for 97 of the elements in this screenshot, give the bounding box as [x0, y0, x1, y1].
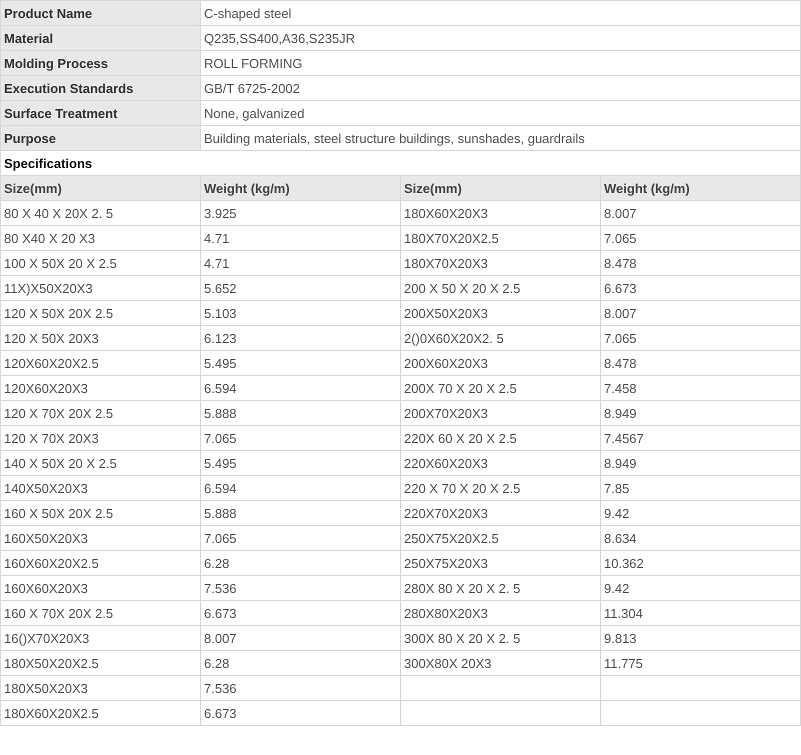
table-cell: 10.362 [600, 550, 800, 576]
table-cell: 8.949 [600, 400, 800, 426]
table-cell: 200X 70 X 20 X 2.5 [400, 376, 600, 400]
table-cell: 120 X 50X 20X 2.5 [0, 300, 200, 326]
table-cell: 160X60X20X3 [0, 576, 200, 600]
table-cell: 280X 80 X 20 X 2. 5 [400, 576, 600, 600]
table-cell: 11X)X50X20X3 [0, 276, 200, 300]
table-cell: 5.888 [200, 500, 400, 526]
column-header: Weight (kg/m) [600, 176, 800, 200]
table-cell: 180X70X20X2.5 [400, 226, 600, 250]
property-value: Building materials, steel structure buildings, sunshades, guardrails [200, 126, 800, 150]
table-cell: 7.065 [600, 326, 800, 350]
table-cell: 5.652 [200, 276, 400, 300]
property-value: C-shaped steel [200, 0, 800, 26]
table-cell: 8.634 [600, 526, 800, 550]
table-cell: 16()X70X20X3 [0, 626, 200, 650]
property-value: GB/T 6725-2002 [200, 76, 800, 100]
table-cell: 140 X 50X 20 X 2.5 [0, 450, 200, 476]
table-cell: 2()0X60X20X2. 5 [400, 326, 600, 350]
table-cell: 7.4567 [600, 426, 800, 450]
property-value: ROLL FORMING [200, 50, 800, 76]
table-cell: 120X60X20X2.5 [0, 350, 200, 376]
table-cell: 120X60X20X3 [0, 376, 200, 400]
property-label: Execution Standards [0, 76, 200, 100]
table-cell: 6.594 [200, 476, 400, 500]
table-cell: 120 X 70X 20X3 [0, 426, 200, 450]
table-cell: 7.065 [200, 426, 400, 450]
table-cell: 9.42 [600, 576, 800, 600]
table-cell: 300X 80 X 20 X 2. 5 [400, 626, 600, 650]
table-cell: 160X60X20X2.5 [0, 550, 200, 576]
table-cell: 8.949 [600, 450, 800, 476]
table-cell: 8.007 [200, 626, 400, 650]
column-header: Weight (kg/m) [200, 176, 400, 200]
table-cell: 140X50X20X3 [0, 476, 200, 500]
table-cell: 6.673 [200, 600, 400, 626]
table-cell: 5.103 [200, 300, 400, 326]
table-cell: 9.42 [600, 500, 800, 526]
table-cell: 5.495 [200, 350, 400, 376]
table-cell: 220X 60 X 20 X 2.5 [400, 426, 600, 450]
table-cell: 4.71 [200, 250, 400, 276]
table-cell: 9.813 [600, 626, 800, 650]
table-cell: 180X60X20X3 [400, 200, 600, 226]
table-cell: 6.673 [200, 700, 400, 726]
property-label: Molding Process [0, 50, 200, 76]
table-cell: 11.775 [600, 650, 800, 676]
table-cell: 7.458 [600, 376, 800, 400]
property-label: Surface Treatment [0, 100, 200, 126]
table-cell: 180X60X20X2.5 [0, 700, 200, 726]
table-cell: 7.065 [600, 226, 800, 250]
table-cell: 6.28 [200, 550, 400, 576]
property-value: Q235,SS400,A36,S235JR [200, 26, 800, 50]
column-header: Size(mm) [400, 176, 600, 200]
table-cell: 180X70X20X3 [400, 250, 600, 276]
table-cell: 160X50X20X3 [0, 526, 200, 550]
table-cell: 220X60X20X3 [400, 450, 600, 476]
table-cell: 6.123 [200, 326, 400, 350]
property-label: Product Name [0, 0, 200, 26]
table-cell: 160 X 50X 20X 2.5 [0, 500, 200, 526]
table-cell: 80 X40 X 20 X3 [0, 226, 200, 250]
table-cell: 8.478 [600, 250, 800, 276]
table-cell: 250X75X20X3 [400, 550, 600, 576]
table-cell: 80 X 40 X 20X 2. 5 [0, 200, 200, 226]
table-cell: 250X75X20X2.5 [400, 526, 600, 550]
table-cell: 200 X 50 X 20 X 2.5 [400, 276, 600, 300]
table-cell: 7.85 [600, 476, 800, 500]
table-cell: 8.007 [600, 300, 800, 326]
table-cell: 100 X 50X 20 X 2.5 [0, 250, 200, 276]
property-label: Material [0, 26, 200, 50]
table-cell: 5.888 [200, 400, 400, 426]
table-cell: 220 X 70 X 20 X 2.5 [400, 476, 600, 500]
table-cell: 8.478 [600, 350, 800, 376]
table-cell: 220X70X20X3 [400, 500, 600, 526]
table-cell: 6.673 [600, 276, 800, 300]
table-cell: 280X80X20X3 [400, 600, 600, 626]
table-cell: 3.925 [200, 200, 400, 226]
table-cell: 200X70X20X3 [400, 400, 600, 426]
table-cell: 7.536 [200, 576, 400, 600]
table-cell: 6.594 [200, 376, 400, 400]
table-cell: 120 X 50X 20X3 [0, 326, 200, 350]
property-label: Purpose [0, 126, 200, 150]
table-cell: 7.536 [200, 676, 400, 700]
section-title: Specifications [0, 150, 800, 176]
table-cell: 160 X 70X 20X 2.5 [0, 600, 200, 626]
table-cell: 200X50X20X3 [400, 300, 600, 326]
table-cell: 8.007 [600, 200, 800, 226]
table-cell: 7.065 [200, 526, 400, 550]
table-cell: 5.495 [200, 450, 400, 476]
table-cell: 6.28 [200, 650, 400, 676]
table-cell: 300X80X 20X3 [400, 650, 600, 676]
table-cell: 180X50X20X3 [0, 676, 200, 700]
table-cell: 120 X 70X 20X 2.5 [0, 400, 200, 426]
table-cell: 180X50X20X2.5 [0, 650, 200, 676]
property-value: None, galvanized [200, 100, 800, 126]
column-header: Size(mm) [0, 176, 200, 200]
table-cell: 11.304 [600, 600, 800, 626]
table-cell: 200X60X20X3 [400, 350, 600, 376]
table-cell: 4.71 [200, 226, 400, 250]
